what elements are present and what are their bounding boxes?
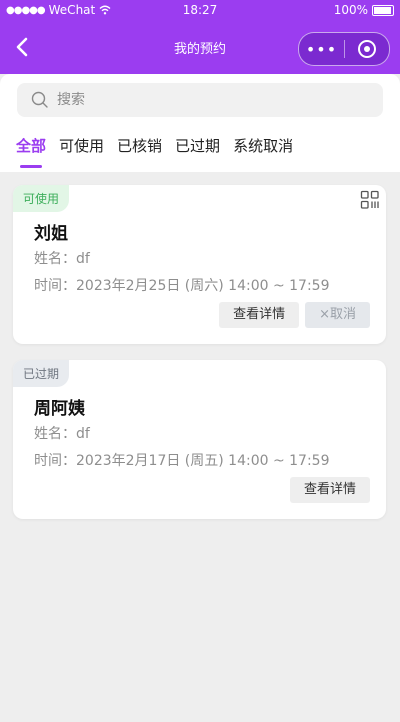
appointment-name: 周阿姨 bbox=[34, 399, 85, 419]
back-icon[interactable] bbox=[10, 34, 36, 60]
battery-icon bbox=[372, 4, 394, 16]
status-right: 100% bbox=[274, 3, 394, 17]
cancel-button[interactable]: ×取消 bbox=[305, 302, 370, 328]
carrier-label: WeChat bbox=[48, 3, 96, 17]
status-left: ●●●●● WeChat bbox=[6, 3, 126, 17]
battery-percent: 100% bbox=[333, 3, 368, 17]
appointment-time: 时间：2023年2月17日 (周五) 14:00 ~ 17:59 bbox=[34, 453, 330, 469]
status-badge: 可使用 bbox=[13, 185, 70, 212]
top-bar: ●●●●● WeChat 18:27 100% 我的预约 ••• bbox=[0, 0, 400, 74]
target-icon bbox=[358, 40, 376, 58]
customer-name: 姓名：df bbox=[34, 426, 90, 442]
close-miniprogram-button[interactable] bbox=[345, 40, 389, 58]
view-details-button[interactable]: 查看详情 bbox=[219, 302, 300, 328]
card-actions: 查看详情 bbox=[289, 477, 370, 503]
filter-header: 全部 可使用 已核销 已过期 系统取消 bbox=[0, 74, 400, 172]
view-details-button[interactable]: 查看详情 bbox=[289, 477, 370, 503]
card-actions: 查看详情 ×取消 bbox=[219, 302, 370, 328]
qr-code-icon[interactable] bbox=[360, 190, 380, 210]
more-menu-button[interactable]: ••• bbox=[299, 40, 344, 59]
status-tabs: 全部 可使用 已核销 已过期 系统取消 bbox=[16, 135, 293, 168]
screen: ●●●●● WeChat 18:27 100% 我的预约 ••• 搜索 全部 可… bbox=[0, 0, 400, 722]
tab-system-cancelled[interactable]: 系统取消 bbox=[233, 135, 293, 156]
page-title: 我的预约 bbox=[173, 41, 226, 57]
more-icon: ••• bbox=[305, 39, 338, 59]
customer-name: 姓名：df bbox=[34, 251, 90, 267]
appointment-name: 刘姐 bbox=[34, 224, 68, 244]
search-icon bbox=[31, 91, 48, 108]
status-time: 18:27 bbox=[182, 3, 218, 17]
status-badge: 已过期 bbox=[13, 360, 70, 387]
nav-bar: 我的预约 ••• bbox=[0, 20, 400, 74]
tab-verified[interactable]: 已核销 bbox=[117, 135, 162, 156]
status-bar: ●●●●● WeChat 18:27 100% bbox=[0, 0, 400, 20]
tab-all[interactable]: 全部 bbox=[16, 135, 46, 168]
appointment-card[interactable]: 已过期 周阿姨 姓名：df 时间：2023年2月17日 (周五) 14:00 ~… bbox=[13, 360, 386, 519]
signal-icon: ●●●●● bbox=[6, 4, 46, 16]
tab-usable[interactable]: 可使用 bbox=[59, 135, 104, 156]
wifi-icon bbox=[99, 5, 111, 15]
appointment-time: 时间：2023年2月25日 (周六) 14:00 ~ 17:59 bbox=[34, 278, 330, 294]
miniprogram-capsule: ••• bbox=[298, 32, 390, 66]
search-box[interactable] bbox=[17, 83, 383, 117]
appointment-card[interactable]: 可使用 刘姐 姓名：df 时间：2023年2月25日 (周六) 14:00 ~ … bbox=[13, 185, 386, 344]
tab-expired[interactable]: 已过期 bbox=[175, 135, 220, 156]
search-input[interactable] bbox=[55, 91, 359, 109]
